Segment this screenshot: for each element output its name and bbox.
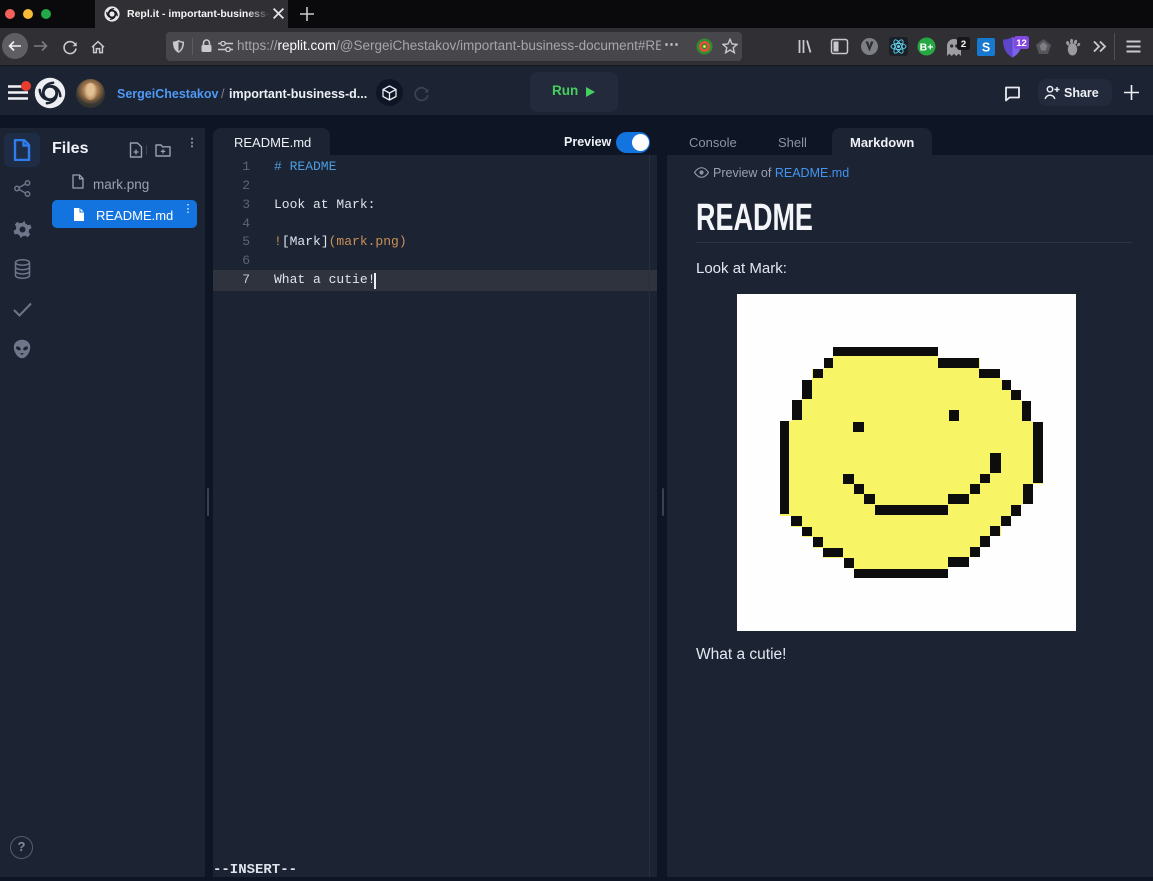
svg-text:S: S xyxy=(982,41,990,55)
svg-text:12: 12 xyxy=(1016,38,1027,49)
svg-text:B+: B+ xyxy=(920,41,934,53)
svg-text:2: 2 xyxy=(961,39,966,50)
